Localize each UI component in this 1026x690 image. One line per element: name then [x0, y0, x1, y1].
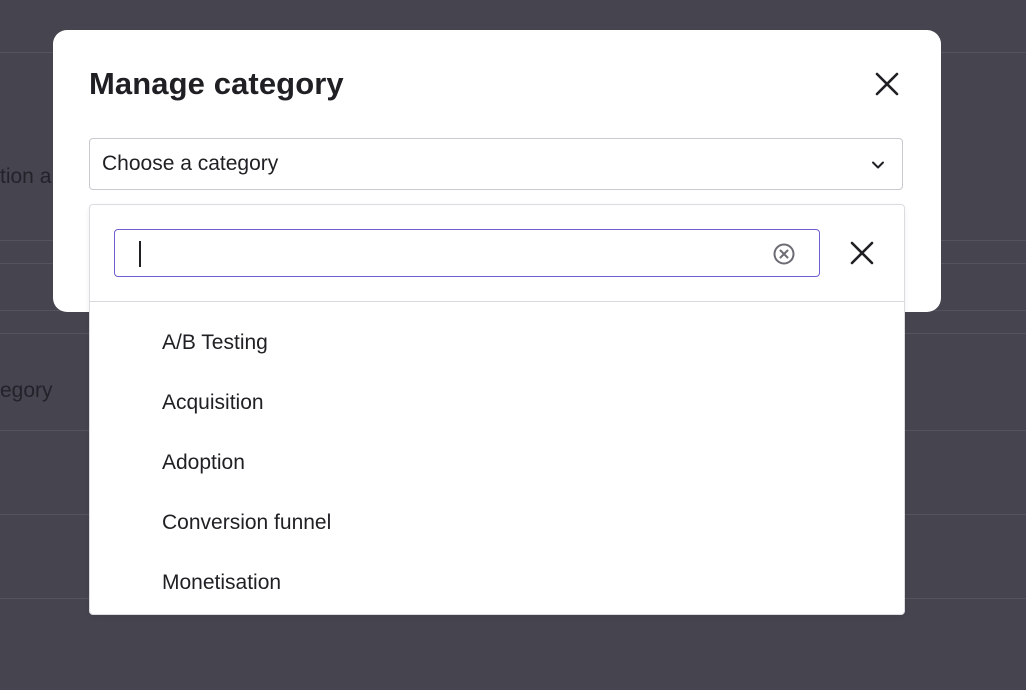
close-icon — [850, 241, 874, 265]
modal-close-button[interactable] — [869, 66, 905, 102]
category-option[interactable]: Monetisation — [90, 553, 904, 613]
dropdown-divider — [90, 301, 904, 302]
category-select[interactable]: Choose a category — [89, 138, 903, 190]
category-option[interactable]: Adoption — [90, 433, 904, 493]
close-icon — [875, 72, 899, 96]
clear-circle-icon — [773, 243, 795, 265]
bg-partial-text: tion a — [0, 165, 52, 188]
bg-partial-text: egory — [0, 379, 53, 402]
category-search-input[interactable] — [131, 236, 755, 272]
chevron-down-icon — [872, 161, 884, 169]
modal-title: Manage category — [89, 66, 344, 101]
category-select-placeholder: Choose a category — [102, 152, 279, 175]
text-caret — [139, 241, 141, 267]
dropdown-close-button[interactable] — [842, 233, 882, 273]
category-option[interactable]: A/B Testing — [90, 313, 904, 373]
category-option[interactable]: Acquisition — [90, 373, 904, 433]
category-dropdown: A/B Testing Acquisition Adoption Convers… — [89, 204, 905, 615]
category-option[interactable]: Conversion funnel — [90, 493, 904, 553]
category-search-field[interactable] — [114, 229, 820, 277]
category-options-list: A/B Testing Acquisition Adoption Convers… — [90, 313, 904, 613]
clear-search-button[interactable] — [772, 242, 796, 266]
